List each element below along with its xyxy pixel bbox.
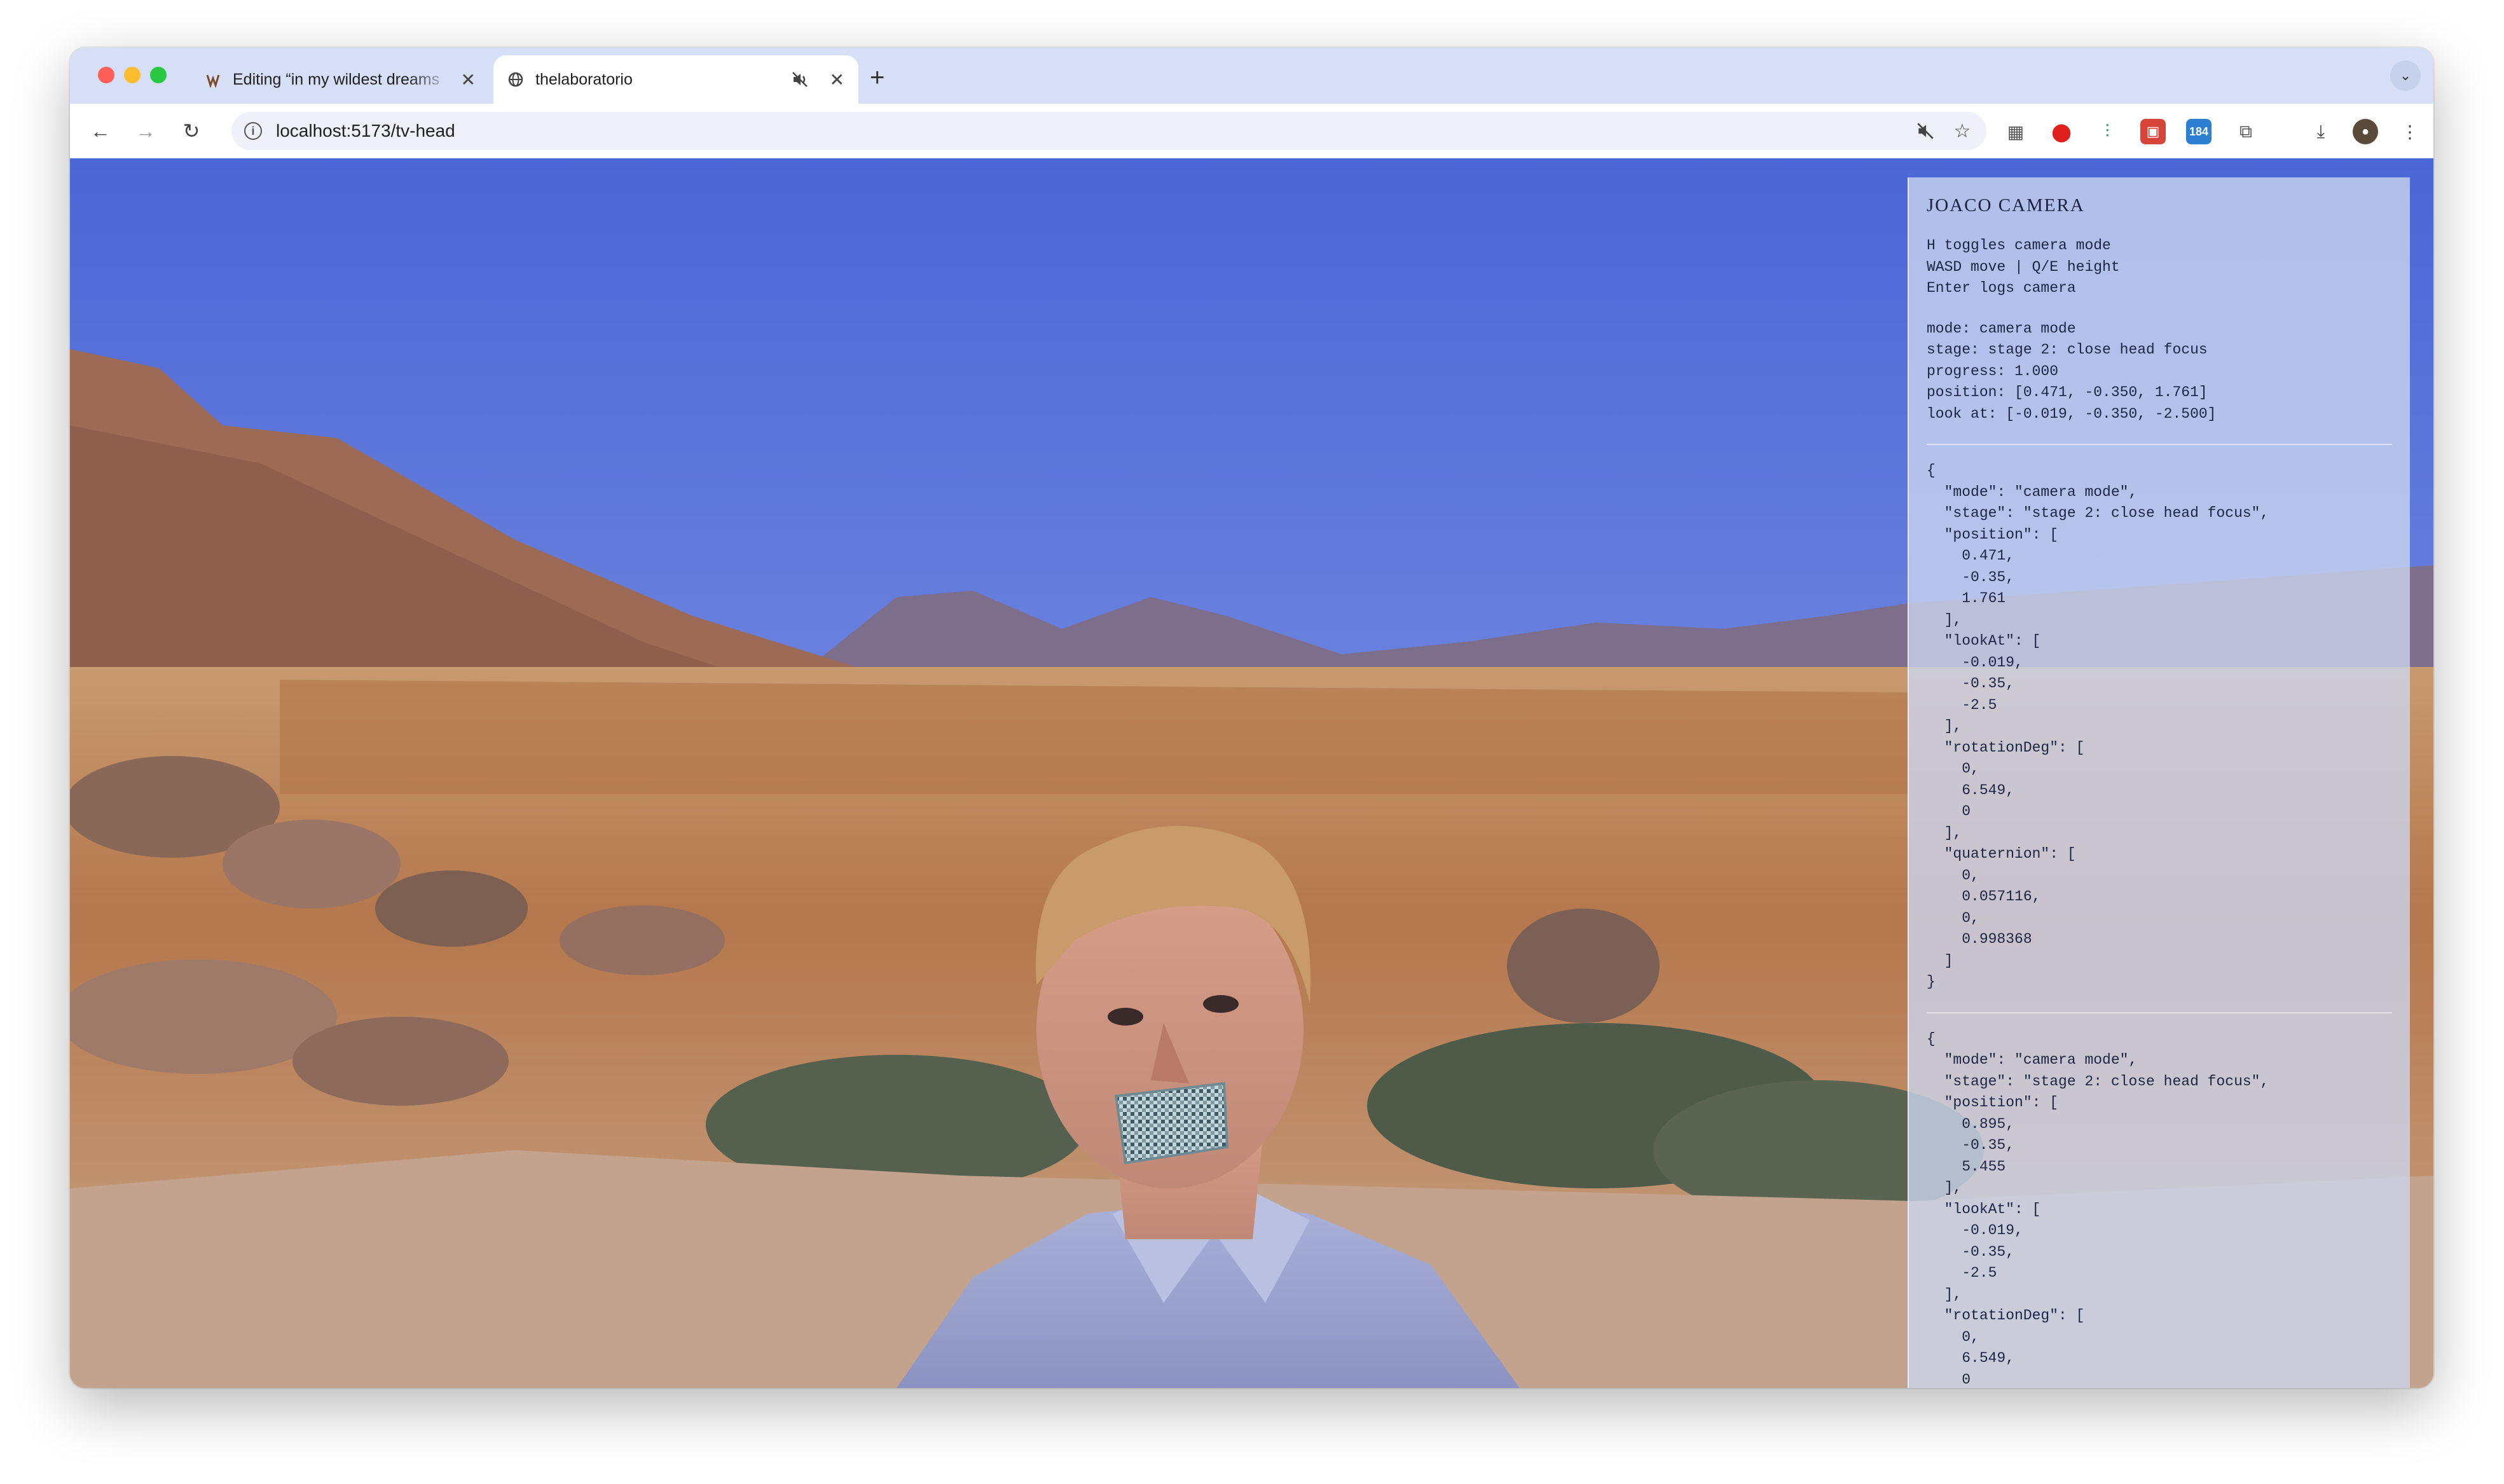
download-icon[interactable]: ⤓ [2308,119,2334,144]
red-extension-icon[interactable]: ▣ [2140,119,2166,144]
tab-title: thelaboratorio [535,70,633,88]
calendar-extension-icon[interactable]: 184 [2186,119,2212,144]
url-text[interactable]: localhost:5173/tv-head [276,121,1913,141]
new-tab-button[interactable]: + [870,62,884,93]
divider [1927,444,2392,445]
muted-speaker-icon[interactable] [790,70,809,89]
close-tab-icon[interactable]: ✕ [461,69,476,90]
camera-status-text: mode: camera mode stage: stage 2: close … [1927,320,2217,422]
page-viewport[interactable]: JOACO CAMERA H toggles camera mode WASD … [70,158,2433,1388]
wordpress-favicon-icon [205,71,221,88]
joaco-camera-panel: JOACO CAMERA H toggles camera mode WASD … [1908,177,2410,1388]
audio-extension-icon[interactable]: ⫶ [2095,119,2120,144]
tab-title: Editing “in my wildest dreams [233,70,440,88]
divider [1927,1012,2392,1013]
tab-editing[interactable]: Editing “in my wildest dreams ✕ [191,55,490,104]
close-window-button[interactable] [98,67,114,83]
opera-extension-icon[interactable]: ⬤ [2049,119,2074,144]
forward-arrow-icon[interactable]: → [131,116,160,146]
toolbar: ← → ↻ i localhost:5173/tv-head ☆ ▦ ⬤ ⫶ ▣… [70,104,2433,158]
muted-speaker-icon[interactable] [1913,118,1938,144]
profile-avatar-icon[interactable]: ● [2353,119,2378,144]
bookmark-star-icon[interactable]: ☆ [1950,118,1975,144]
qr-extension-icon[interactable]: ▦ [2003,119,2028,144]
address-bar[interactable]: i localhost:5173/tv-head ☆ [231,112,1986,150]
browser-window: Editing “in my wildest dreams ✕ thelabor… [70,48,2433,1388]
camera-log-entry: { "mode": "camera mode", "stage": "stage… [1927,462,2269,990]
tab-strip: Editing “in my wildest dreams ✕ thelabor… [70,48,2433,104]
site-info-icon[interactable]: i [244,122,262,140]
reload-icon[interactable]: ↻ [177,116,206,146]
panel-help-text: H toggles camera mode WASD move | Q/E he… [1927,237,2120,296]
panel-title: JOACO CAMERA [1927,195,2085,216]
close-tab-icon[interactable]: ✕ [830,69,844,90]
puzzle-extensions-icon[interactable]: ⧉ [2233,119,2259,144]
globe-icon [507,71,524,88]
minimize-window-button[interactable] [124,67,141,83]
maximize-window-button[interactable] [150,67,167,83]
tab-search-chevron-icon[interactable]: ⌄ [2390,60,2421,91]
back-arrow-icon[interactable]: ← [86,116,115,146]
tab-thelaboratorio[interactable]: thelaboratorio ✕ [493,55,858,104]
kebab-menu-icon[interactable]: ⋮ [2397,119,2423,144]
camera-log-entry: { "mode": "camera mode", "stage": "stage… [1927,1030,2269,1388]
